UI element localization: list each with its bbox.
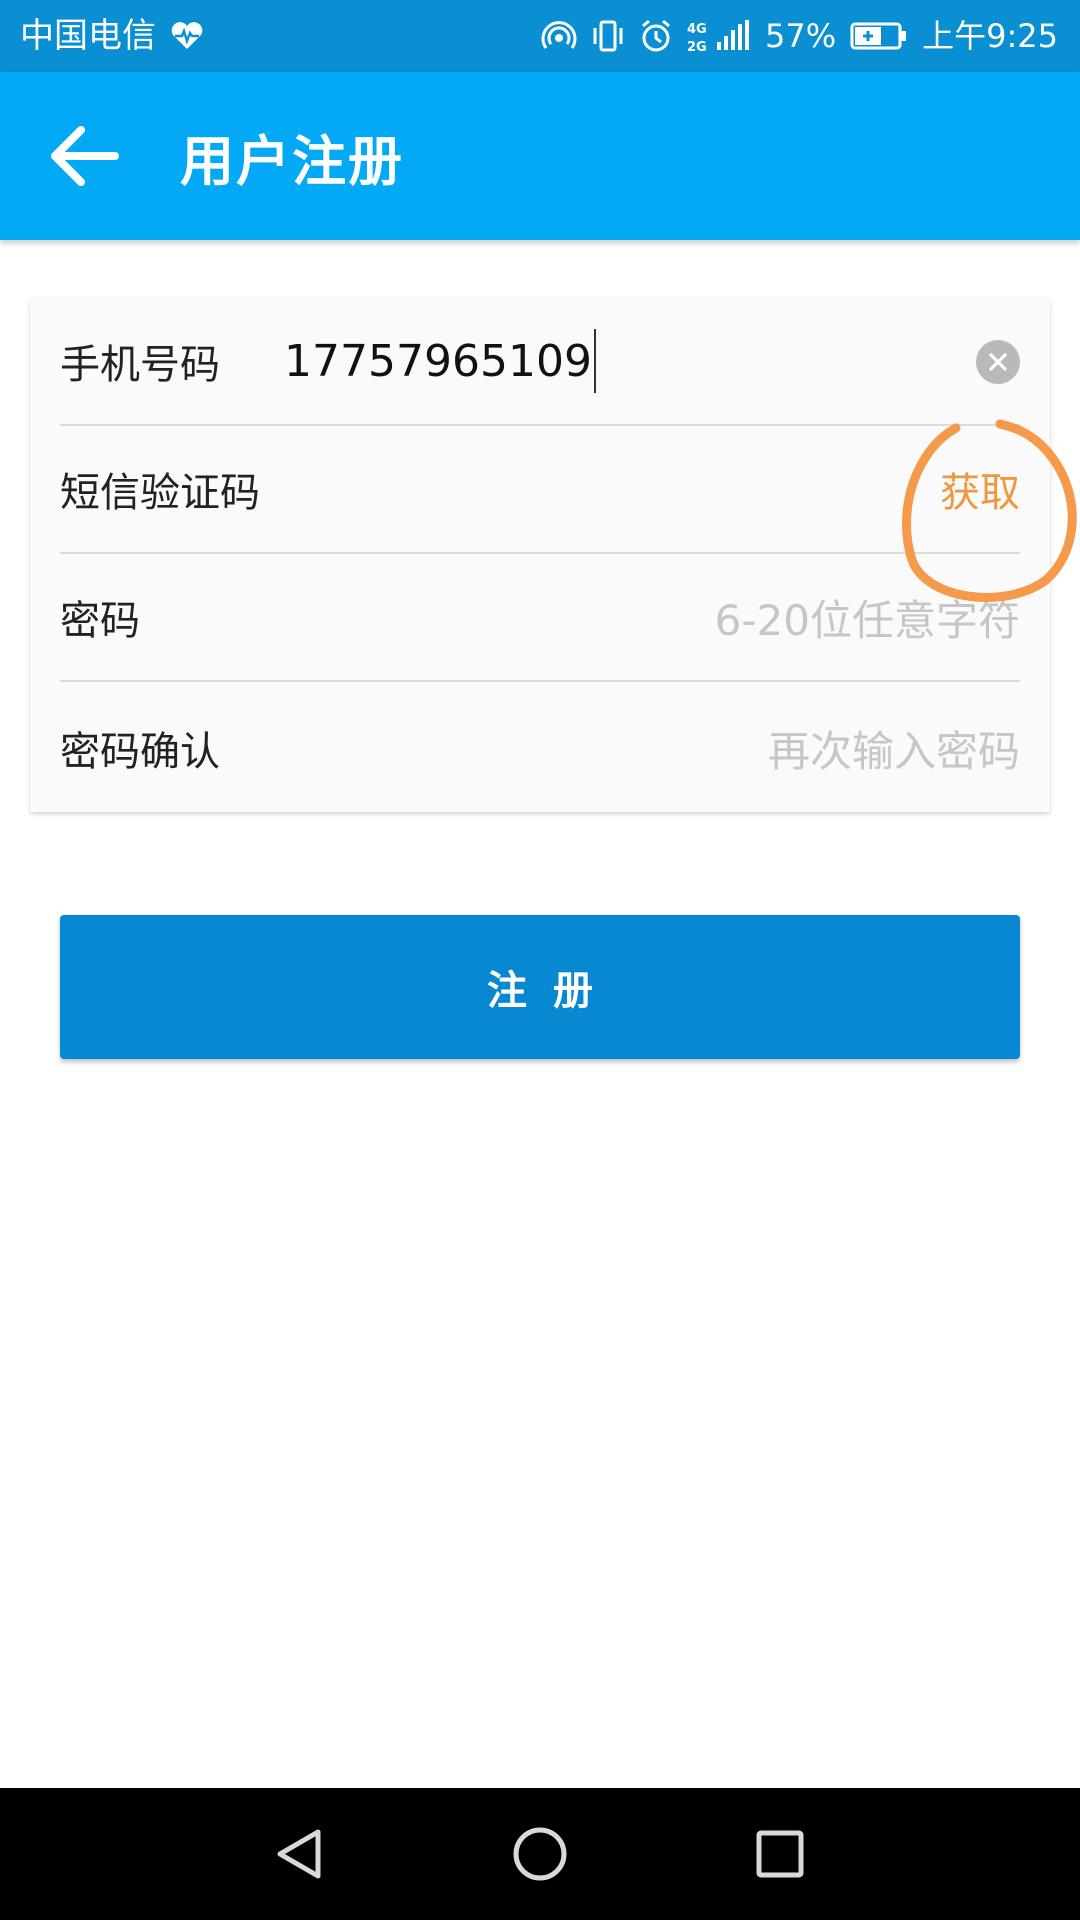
app-bar: 用户注册 bbox=[0, 72, 1080, 240]
vibrate-icon bbox=[591, 18, 625, 54]
network-2g-label: 2G bbox=[687, 40, 707, 54]
battery-charging-icon bbox=[850, 21, 908, 51]
clear-phone-button[interactable] bbox=[976, 340, 1020, 384]
password-input[interactable]: 6-20位任意字符 bbox=[715, 587, 1020, 648]
signal-icon: 4G 2G bbox=[687, 18, 751, 54]
password-row: 密码 6-20位任意字符 bbox=[60, 554, 1020, 682]
status-left: 中国电信 bbox=[20, 19, 204, 53]
page-title: 用户注册 bbox=[180, 129, 404, 193]
text-caret bbox=[593, 329, 596, 393]
password-confirm-row: 密码确认 再次输入密码 bbox=[60, 684, 1020, 812]
status-time: 上午9:25 bbox=[922, 17, 1058, 55]
navigation-bar bbox=[0, 1788, 1080, 1920]
back-triangle-icon bbox=[272, 1826, 328, 1882]
clear-circle-icon bbox=[986, 350, 1010, 374]
alarm-icon bbox=[639, 18, 673, 54]
registration-form: 手机号码 17757965109 短信验证码 获取 密码 6-20位任意字符 密… bbox=[30, 298, 1050, 812]
nav-recents-button[interactable] bbox=[744, 1818, 816, 1890]
carrier-name: 中国电信 bbox=[20, 16, 156, 56]
phone-input[interactable]: 17757965109 bbox=[284, 329, 596, 393]
status-right: 4G 2G 57% 上午9:25 bbox=[541, 18, 1058, 54]
phone-row: 手机号码 17757965109 bbox=[60, 298, 1020, 426]
sms-code-row: 短信验证码 获取 bbox=[60, 426, 1020, 554]
hotspot-icon bbox=[541, 18, 577, 54]
status-bar: 中国电信 4G 2G 57% 上午9:25 bbox=[0, 0, 1080, 72]
home-circle-icon bbox=[510, 1824, 570, 1884]
network-4g-label: 4G bbox=[687, 22, 707, 37]
heart-pulse-icon bbox=[170, 21, 204, 51]
password-label: 密码 bbox=[60, 598, 140, 644]
back-button[interactable] bbox=[24, 96, 144, 216]
password-confirm-input[interactable]: 再次输入密码 bbox=[768, 718, 1020, 779]
phone-label: 手机号码 bbox=[60, 342, 220, 388]
phone-value: 17757965109 bbox=[284, 335, 592, 387]
register-button[interactable]: 注册 bbox=[60, 915, 1020, 1059]
get-sms-code-button[interactable]: 获取 bbox=[940, 460, 1020, 518]
nav-home-button[interactable] bbox=[504, 1818, 576, 1890]
battery-percent: 57% bbox=[765, 17, 837, 55]
nav-back-button[interactable] bbox=[264, 1818, 336, 1890]
password-confirm-label: 密码确认 bbox=[60, 729, 220, 775]
sms-code-label: 短信验证码 bbox=[60, 470, 260, 516]
arrow-left-icon bbox=[49, 125, 119, 187]
recents-square-icon bbox=[754, 1828, 806, 1880]
